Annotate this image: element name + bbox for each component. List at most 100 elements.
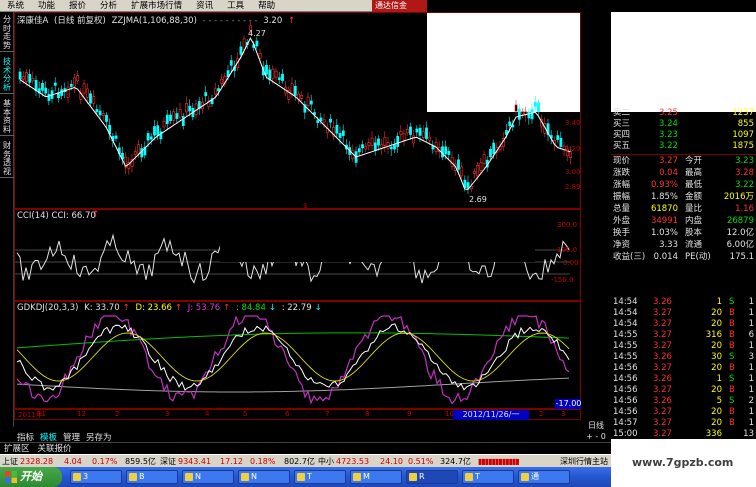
candle-body (178, 109, 182, 118)
x-tick-label: 3 (165, 410, 170, 418)
zx-change: 24.10 (380, 457, 403, 466)
taskbar-window-button[interactable]: 通 (518, 470, 570, 484)
tick-price: 3.27 (653, 385, 672, 395)
taskbar-window-button[interactable]: B (126, 470, 178, 484)
cci-chart[interactable] (15, 210, 582, 302)
candle-body (377, 138, 380, 146)
taskbar-window-button[interactable]: 3 (70, 470, 122, 484)
candle-body (28, 74, 32, 83)
tab-intraday[interactable]: 分时走势 (0, 14, 14, 52)
period-label: (日线 前复权) (54, 16, 106, 26)
stat-value-2: 2016万 (723, 192, 754, 202)
related-quote-tab[interactable]: 关联报价 (34, 443, 76, 454)
kdj-chart[interactable] (15, 302, 582, 410)
chart-area[interactable]: 深康佳A (日线 前复权) ZZJMA(1,106,88,30) - - - -… (14, 12, 582, 420)
candle-body (367, 142, 371, 146)
candle-body (508, 121, 512, 126)
tick-time: 14:54 (613, 297, 638, 307)
tab-finance[interactable]: 财务透视 (0, 140, 14, 178)
zoom-out-button[interactable]: - (595, 432, 598, 441)
taskbar-window-button[interactable]: M (350, 470, 402, 484)
menu-ext-market[interactable]: 扩展市场行情 (124, 0, 189, 12)
tick-side: S (729, 374, 735, 384)
stat-label-1: 收益(三) (613, 252, 646, 262)
kdj-title: GDKDJ(20,3,3) K: 33.70 ↑ D: 23.66 ↑ J: 53.… (17, 303, 325, 313)
brand-logo: 通达信金 (372, 0, 427, 12)
kdj-v5: : 22.79 (281, 303, 312, 313)
period-selector[interactable]: 日线 (581, 420, 611, 431)
candle-body (361, 144, 364, 149)
menu-quote[interactable]: 报价 (62, 0, 93, 12)
taskbar-window-button[interactable]: N (182, 470, 234, 484)
tab-technical[interactable]: 技术分析 (0, 56, 14, 94)
x-tick-label: 4 (205, 410, 210, 418)
stat-label-1: 换手 (613, 228, 631, 238)
tick-time: 14:56 (613, 385, 638, 395)
candle-body (265, 64, 268, 75)
candle-body (370, 137, 374, 146)
menu-bar: 系统 功能 报价 分析 扩展市场行情 资讯 工具 帮助 (0, 0, 427, 12)
server-label[interactable]: 深圳行情主站 (560, 455, 608, 467)
tick-price: 3.26 (653, 297, 672, 307)
tick-volume: 30 (711, 352, 722, 362)
stat-label-2: 最高 (685, 168, 703, 178)
taskbar-window-button[interactable]: T (462, 470, 514, 484)
tab-indicator[interactable]: 指标 (14, 431, 37, 443)
zoom-in-button[interactable]: + (586, 432, 593, 441)
stat-value-2: 3.22 (735, 180, 754, 190)
stat-label-2: 量比 (685, 204, 703, 214)
sz-label: 深证 (160, 457, 176, 466)
menu-analysis[interactable]: 分析 (93, 0, 124, 12)
candle-body (441, 146, 444, 158)
candle-body (73, 77, 76, 87)
taskbar-window-button[interactable]: R (406, 470, 458, 484)
order-row: 买三 3.24 855 (611, 119, 756, 130)
title-strip (427, 0, 756, 12)
zoom-reset-button[interactable]: 0 (601, 432, 606, 441)
tab-manage[interactable]: 管理 (60, 431, 83, 443)
menu-info[interactable]: 资讯 (189, 0, 220, 12)
tab-fundamentals[interactable]: 基本资料 (0, 98, 14, 136)
tick-list[interactable]: 14:54 3.26 1 S 1 14:54 3.27 20 B 1 14:54 3… (611, 296, 756, 439)
taskbar-window-button[interactable]: T (294, 470, 346, 484)
candle-body (399, 131, 403, 135)
stat-row: 涨幅 0.93% 最低 3.22 (611, 180, 756, 191)
tick-volume: 5 (716, 396, 722, 406)
candle-body (559, 137, 563, 147)
start-button[interactable]: 开始 (0, 467, 62, 487)
candle-body (172, 111, 176, 121)
x-tick-label: 8 (365, 410, 370, 418)
taskbar-window-button[interactable]: N (238, 470, 290, 484)
candlestick-chart[interactable] (15, 13, 582, 210)
tab-save-as[interactable]: 另存为 (83, 431, 115, 443)
candle-body (185, 103, 188, 113)
candle-body (239, 46, 243, 55)
cci-tick-100: 100.0 (557, 246, 578, 254)
candle-body (447, 150, 451, 155)
price-panel[interactable]: 深康佳A (日线 前复权) ZZJMA(1,106,88,30) - - - -… (14, 12, 582, 210)
candle-body (76, 75, 80, 82)
menu-system[interactable]: 系统 (0, 0, 31, 12)
ext-area-tab[interactable]: 扩展区 (0, 443, 34, 454)
x-tick-label: 2 (539, 410, 544, 418)
stock-name: 深康佳A (17, 16, 49, 26)
chart-tabs: 指标 模板 管理 另存为 (14, 431, 581, 443)
tick-side: S (729, 352, 735, 362)
cci-panel[interactable]: CCI(14) CCI: 66.70 ↑ 300.0 100.0 0.00 -1… (14, 209, 581, 301)
tab-template[interactable]: 模板 (37, 431, 60, 443)
candle-body (98, 110, 102, 116)
candle-body (114, 135, 118, 139)
tick-volume: 20 (711, 418, 722, 428)
candle-body (169, 114, 172, 121)
price-tick-320: 3.20 (565, 145, 581, 153)
menu-tools[interactable]: 工具 (220, 0, 251, 12)
candle-body (242, 38, 246, 50)
menu-help[interactable]: 帮助 (251, 0, 282, 12)
stat-row: 净资 3.33 流通 6.00亿 (611, 240, 756, 251)
menu-function[interactable]: 功能 (31, 0, 62, 12)
tick-count: 1 (748, 385, 754, 395)
kdj-panel[interactable]: GDKDJ(20,3,3) K: 33.70 ↑ D: 23.66 ↑ J: 53.… (14, 301, 582, 410)
stat-label-1: 净资 (613, 240, 631, 250)
candle-body (479, 162, 483, 171)
stat-label-1: 总量 (613, 204, 631, 214)
